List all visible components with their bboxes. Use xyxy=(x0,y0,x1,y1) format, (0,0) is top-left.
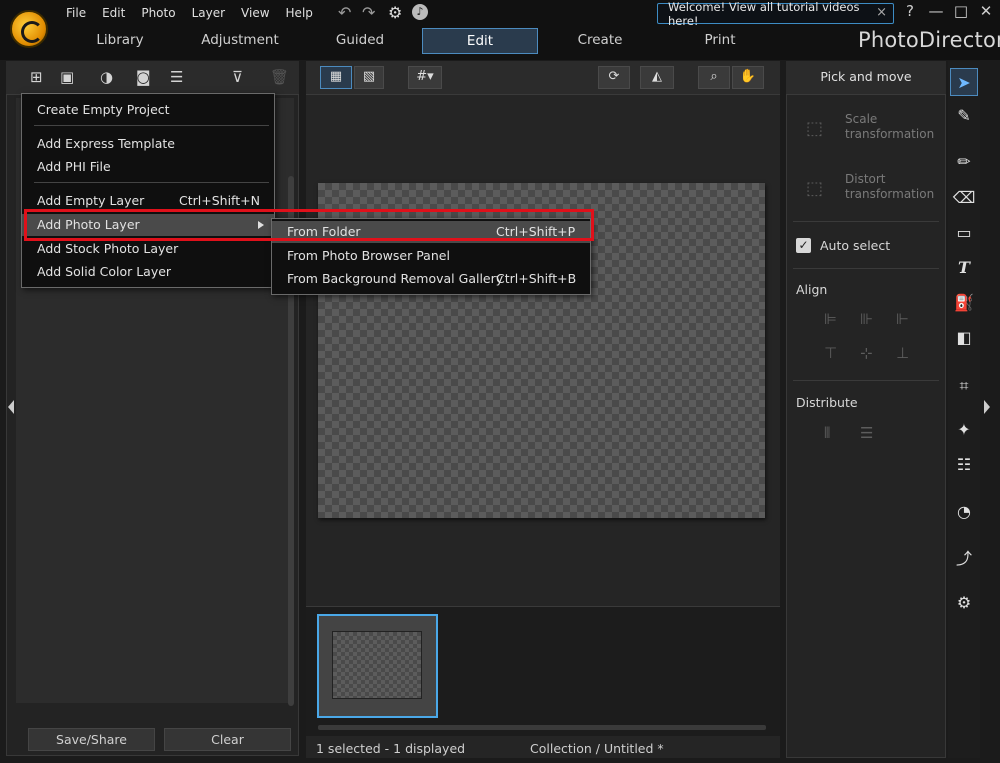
divider xyxy=(793,221,939,222)
notification-bell-icon[interactable]: ♪ xyxy=(412,4,428,20)
eraser-tool-icon[interactable]: ⌫ xyxy=(950,184,978,212)
distort-transformation-label[interactable]: Distort transformation xyxy=(845,172,935,202)
tool-options-title: Pick and move xyxy=(786,61,946,95)
align-left-icon[interactable]: ⊫ xyxy=(824,310,837,328)
menu-item-add-express-template[interactable]: Add Express Template xyxy=(22,133,274,155)
menu-photo[interactable]: Photo xyxy=(135,5,185,21)
fill-tool-icon[interactable]: ⛽ xyxy=(950,289,978,317)
selection-status: 1 selected - 1 displayed xyxy=(316,741,466,756)
undo-icon[interactable]: ↶ xyxy=(338,3,351,22)
gradient-tool-icon[interactable]: ◧ xyxy=(950,324,978,352)
menu-item-add-solid-color-layer[interactable]: Add Solid Color Layer xyxy=(22,261,274,283)
crop-tool-icon[interactable]: ⌗ xyxy=(950,372,978,400)
new-project-icon[interactable]: ⊞ xyxy=(30,68,43,88)
align-middle-icon[interactable]: ⊹ xyxy=(860,344,873,362)
grid-icon[interactable]: #▾ xyxy=(408,66,442,89)
tab-library[interactable]: Library xyxy=(60,28,180,54)
app-logo-icon[interactable] xyxy=(10,10,48,48)
menu-view[interactable]: View xyxy=(235,5,279,21)
auto-select-checkbox[interactable]: ✓ xyxy=(796,238,811,253)
submenu-item-from-background-removal-gallery[interactable]: From Background Removal Gallery Ctrl+Shif… xyxy=(272,268,590,290)
help-button[interactable]: ? xyxy=(899,2,921,20)
menu-help[interactable]: Help xyxy=(280,5,323,21)
tab-guided[interactable]: Guided xyxy=(300,28,420,54)
welcome-tutorial-banner[interactable]: Welcome! View all tutorial videos here! … xyxy=(657,0,894,28)
brand-title: PhotoDirector xyxy=(858,28,1000,52)
delete-layer-icon[interactable]: 🗑 xyxy=(270,68,289,88)
submenu-item-from-photo-browser-panel[interactable]: From Photo Browser Panel xyxy=(272,245,590,267)
save-share-button[interactable]: Save/Share xyxy=(28,728,155,751)
adjustment-sliders-icon[interactable]: ☷ xyxy=(950,451,978,479)
tab-create[interactable]: Create xyxy=(540,28,660,54)
clear-button[interactable]: Clear xyxy=(164,728,291,751)
add-menu: Create Empty Project Add Express Templat… xyxy=(21,93,275,288)
mask-icon[interactable]: ◑ xyxy=(100,68,113,88)
tools-settings-gear-icon[interactable]: ⚙ xyxy=(950,589,978,617)
menu-item-add-phi-file[interactable]: Add PHI File xyxy=(22,156,274,178)
maximize-button[interactable]: □ xyxy=(950,2,972,20)
module-tabs: Library Adjustment Guided Edit Create Pr… xyxy=(60,28,780,54)
rotate-icon[interactable]: ⟳ xyxy=(598,66,630,89)
distribute-horizontal-icon[interactable]: ⫴ xyxy=(824,424,830,442)
align-center-icon[interactable]: ⊪ xyxy=(860,310,873,328)
welcome-text: Welcome! View all tutorial videos here! xyxy=(668,0,860,28)
menu-layer[interactable]: Layer xyxy=(186,5,235,21)
flip-icon[interactable]: ◭ xyxy=(640,66,674,89)
stamp-tool-icon[interactable]: ⤴ xyxy=(950,545,978,573)
single-view-icon[interactable]: ▦ xyxy=(320,66,352,89)
menu-separator xyxy=(34,182,269,183)
menu-item-add-stock-photo-layer[interactable]: Add Stock Photo Layer xyxy=(22,238,274,260)
layers-toolbar xyxy=(6,61,299,95)
thumbnail-image xyxy=(332,631,422,699)
redo-icon[interactable]: ↷ xyxy=(362,3,375,22)
magic-wand-tool-icon[interactable]: ✦ xyxy=(950,416,978,444)
filmstrip-scrollbar[interactable] xyxy=(318,725,766,730)
settings-gear-icon[interactable]: ⚙ xyxy=(388,3,402,22)
close-window-button[interactable]: ✕ xyxy=(975,2,997,20)
compare-view-icon[interactable]: ▧ xyxy=(354,66,384,89)
collapse-right-panel-icon[interactable] xyxy=(984,400,990,414)
align-right-icon[interactable]: ⊩ xyxy=(896,310,909,328)
scale-transformation-label[interactable]: Scale transformation xyxy=(845,112,935,142)
selection-brush-tool-icon[interactable]: ✎ xyxy=(950,102,978,130)
tab-print[interactable]: Print xyxy=(660,28,780,54)
color-adjust-icon[interactable]: ◔ xyxy=(950,498,978,526)
text-tool-icon[interactable]: T xyxy=(950,254,978,282)
distribute-vertical-icon[interactable]: ☰ xyxy=(860,424,873,442)
auto-select-label: Auto select xyxy=(820,238,891,253)
menu-edit[interactable]: Edit xyxy=(96,5,135,21)
divider xyxy=(793,380,939,381)
pick-move-tool-icon[interactable]: ➤ xyxy=(950,68,978,96)
distribute-label: Distribute xyxy=(796,395,858,410)
hand-pan-icon[interactable]: ✋ xyxy=(732,66,764,89)
brush-tool-icon[interactable]: ✏ xyxy=(950,148,978,176)
layer-properties-icon[interactable]: ☰ xyxy=(170,68,183,88)
menu-bar: File Edit Photo Layer View Help xyxy=(60,5,323,21)
divider xyxy=(793,268,939,269)
add-photo-layer-icon[interactable]: ▣ xyxy=(60,68,74,88)
welcome-close-icon[interactable]: × xyxy=(876,5,887,20)
menu-separator xyxy=(34,125,269,126)
align-label: Align xyxy=(796,282,828,297)
shortcut-label: Ctrl+Shift+B xyxy=(496,271,577,286)
collapse-left-panel-icon[interactable] xyxy=(8,400,14,414)
zoom-icon[interactable]: ⌕ xyxy=(698,66,730,89)
distort-transform-icon[interactable]: ⬚ xyxy=(806,178,823,199)
scale-transform-icon[interactable]: ⬚ xyxy=(806,118,823,139)
tab-edit[interactable]: Edit xyxy=(422,28,538,54)
align-top-icon[interactable]: ⊤ xyxy=(824,344,837,362)
shape-tool-icon[interactable]: ▭ xyxy=(950,219,978,247)
layer-mask-icon[interactable]: ◙ xyxy=(136,68,151,88)
highlight-annotation-box xyxy=(24,209,594,241)
minimize-button[interactable]: — xyxy=(925,2,947,20)
menu-file[interactable]: File xyxy=(60,5,96,21)
filter-icon[interactable]: ⊽ xyxy=(232,68,243,88)
menu-item-create-empty-project[interactable]: Create Empty Project xyxy=(22,99,274,121)
collection-status: Collection / Untitled * xyxy=(530,741,664,756)
tab-adjustment[interactable]: Adjustment xyxy=(180,28,300,54)
align-bottom-icon[interactable]: ⊥ xyxy=(896,344,909,362)
